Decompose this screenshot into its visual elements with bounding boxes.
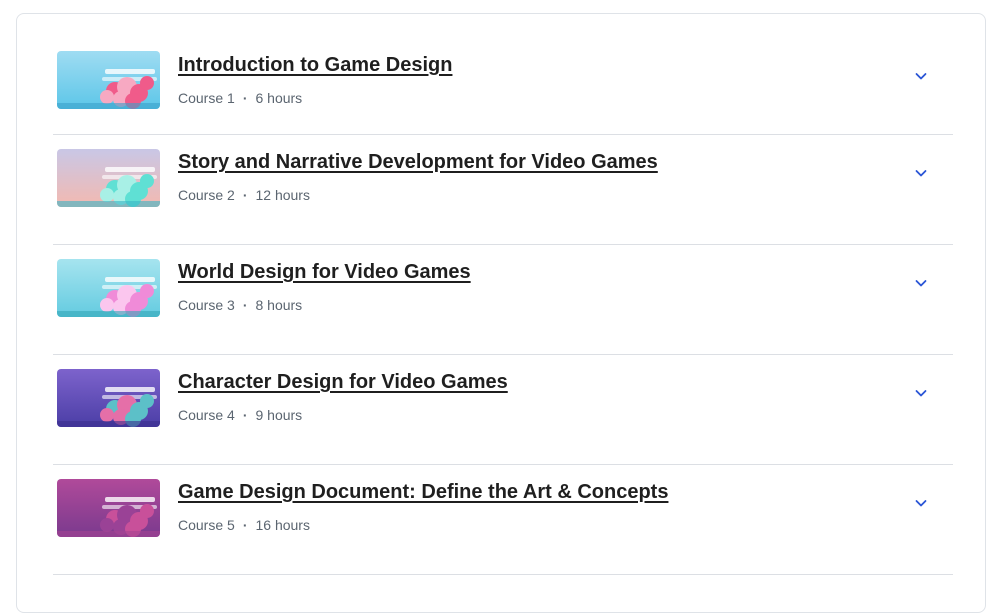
course-list: Introduction to Game Design Course 1 · 6 h… — [53, 38, 953, 575]
course-title-link[interactable]: Story and Narrative Development for Vide… — [178, 151, 658, 174]
course-thumbnail — [57, 369, 160, 427]
separator-dot: · — [242, 90, 248, 106]
course-duration: 8 hours — [255, 297, 303, 313]
course-row: Game Design Document: Define the Art & C… — [53, 465, 953, 575]
course-meta: Course 2 · 12 hours — [178, 187, 310, 203]
course-number: Course 5 — [178, 517, 235, 533]
separator-dot: · — [242, 517, 248, 533]
course-title-link[interactable]: Game Design Document: Define the Art & C… — [178, 481, 668, 504]
separator-dot: · — [242, 407, 248, 423]
course-duration: 12 hours — [255, 187, 310, 203]
course-row: Story and Narrative Development for Vide… — [53, 135, 953, 245]
course-row: Character Design for Video Games Course … — [53, 355, 953, 465]
course-duration: 6 hours — [255, 90, 303, 106]
separator-dot: · — [242, 187, 248, 203]
course-thumbnail — [57, 259, 160, 317]
course-number: Course 2 — [178, 187, 235, 203]
course-number: Course 3 — [178, 297, 235, 313]
course-thumbnail — [57, 479, 160, 537]
course-meta: Course 4 · 9 hours — [178, 407, 302, 423]
course-title-link[interactable]: World Design for Video Games — [178, 261, 471, 284]
chevron-down-icon[interactable] — [909, 64, 933, 88]
course-thumbnail — [57, 149, 160, 207]
chevron-down-icon[interactable] — [909, 161, 933, 185]
course-title-link[interactable]: Introduction to Game Design — [178, 54, 452, 77]
course-number: Course 4 — [178, 407, 235, 423]
course-number: Course 1 — [178, 90, 235, 106]
course-meta: Course 5 · 16 hours — [178, 517, 310, 533]
course-row: Introduction to Game Design Course 1 · 6 h… — [53, 38, 953, 135]
chevron-down-icon[interactable] — [909, 491, 933, 515]
chevron-down-icon[interactable] — [909, 271, 933, 295]
course-thumbnail — [57, 51, 160, 109]
course-row: World Design for Video Games Course 3 · 8 … — [53, 245, 953, 355]
course-meta: Course 3 · 8 hours — [178, 297, 302, 313]
separator-dot: · — [242, 297, 248, 313]
course-duration: 16 hours — [255, 517, 310, 533]
chevron-down-icon[interactable] — [909, 381, 933, 405]
course-meta: Course 1 · 6 hours — [178, 90, 302, 106]
course-list-panel: Introduction to Game Design Course 1 · 6 h… — [16, 13, 986, 613]
course-duration: 9 hours — [255, 407, 303, 423]
course-title-link[interactable]: Character Design for Video Games — [178, 371, 508, 394]
